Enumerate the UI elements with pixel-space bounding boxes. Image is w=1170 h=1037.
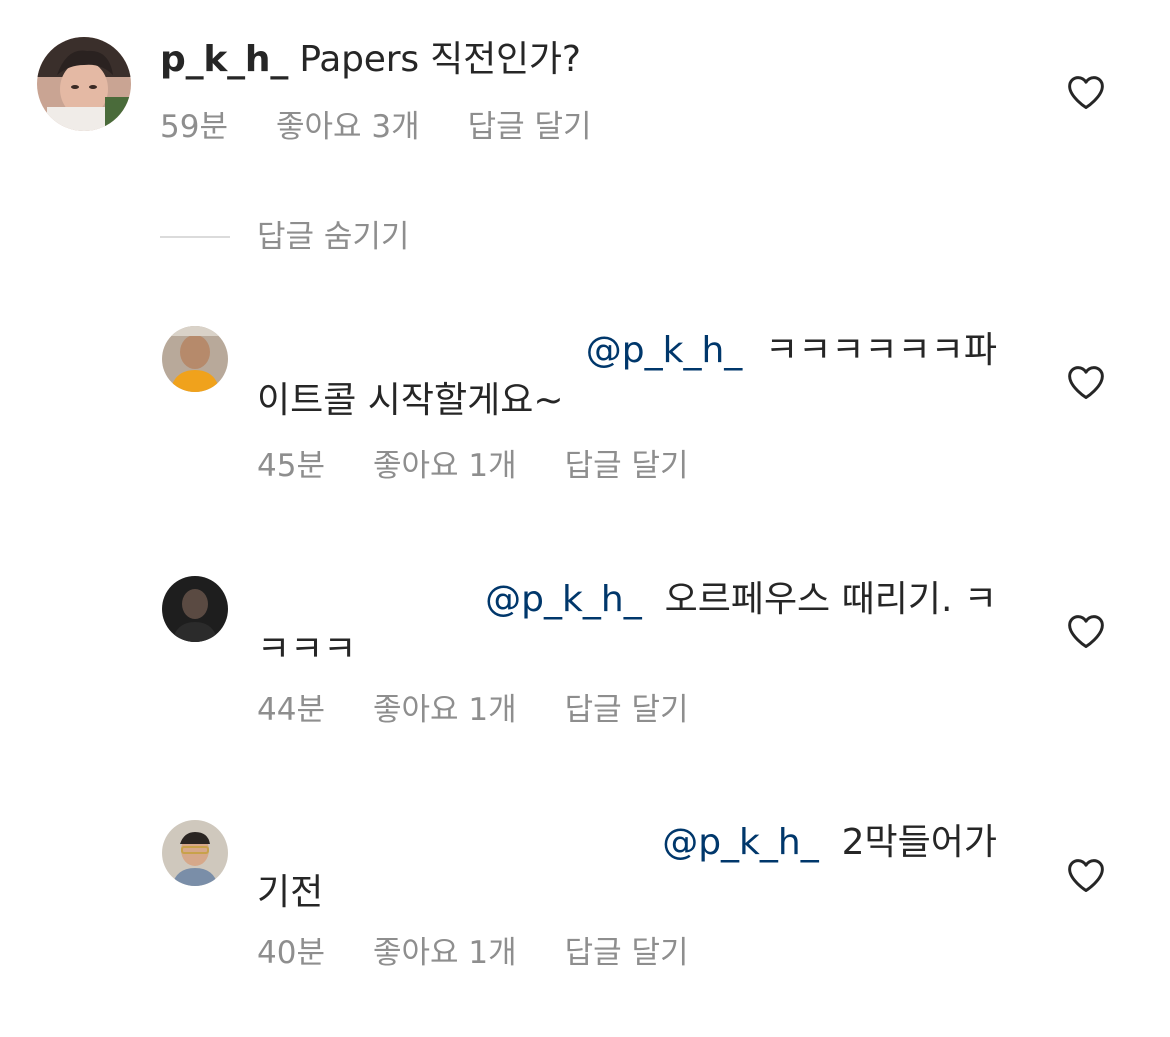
reply-text-line1: @p_k_h_ ㅋㅋㅋㅋㅋㅋ파 xyxy=(257,326,997,376)
heart-icon[interactable] xyxy=(1066,857,1106,893)
reply-body-line2: 이트콜 시작할게요~ xyxy=(257,380,564,421)
reply-text-line1: @p_k_h_ 2막들어가 xyxy=(257,818,997,868)
reply-body-line1: ㅋㅋㅋㅋㅋㅋ파 xyxy=(765,330,997,371)
avatar[interactable] xyxy=(162,576,228,642)
heart-icon[interactable] xyxy=(1066,613,1106,649)
reply-reply-button[interactable]: 답글 달기 xyxy=(565,446,689,486)
reply-likes[interactable]: 좋아요 1개 xyxy=(373,446,517,486)
heart-icon[interactable] xyxy=(1066,364,1106,400)
reply-likes[interactable]: 좋아요 1개 xyxy=(373,690,517,730)
reply-time: 40분 xyxy=(257,935,325,971)
reply-time: 45분 xyxy=(257,448,325,484)
reply-text: @p_k_h_ ㅋㅋㅋㅋㅋㅋ파 이트콜 시작할게요~ xyxy=(257,326,997,426)
reply-body-line2: 기전 xyxy=(257,872,324,913)
reply-likes[interactable]: 좋아요 1개 xyxy=(373,933,517,973)
hide-replies-button[interactable]: 답글 숨기기 xyxy=(257,217,409,257)
comment-reply-button[interactable]: 답글 달기 xyxy=(468,107,592,147)
reply-time: 44분 xyxy=(257,692,325,728)
comment-username[interactable]: p_k_h_ xyxy=(160,39,288,80)
avatar[interactable] xyxy=(37,37,131,131)
reply-body-line1: 2막들어가 xyxy=(841,822,997,863)
comment-text: Papers 직전인가? xyxy=(299,39,581,80)
reply-meta: 40분 좋아요 1개 답글 달기 xyxy=(257,933,689,973)
reply-reply-button[interactable]: 답글 달기 xyxy=(565,933,689,973)
reply-body-line2: ㅋㅋㅋ xyxy=(257,629,357,670)
comment-meta: 59분 좋아요 3개 답글 달기 xyxy=(160,107,592,147)
reply-meta: 44분 좋아요 1개 답글 달기 xyxy=(257,690,689,730)
reply-mention[interactable]: @p_k_h_ xyxy=(485,579,642,620)
reply-text: @p_k_h_ 2막들어가 기전 xyxy=(257,818,997,918)
reply-mention[interactable]: @p_k_h_ xyxy=(662,822,819,863)
reply-body-line1: 오르페우스 때리기. ㅋ xyxy=(664,579,997,620)
reply-text: @p_k_h_ 오르페우스 때리기. ㅋ ㅋㅋㅋ xyxy=(257,575,997,675)
reply-mention[interactable]: @p_k_h_ xyxy=(586,330,743,371)
reply-text-line1: @p_k_h_ 오르페우스 때리기. ㅋ xyxy=(257,575,997,625)
main-comment-line: p_k_h_ Papers 직전인가? xyxy=(160,36,581,84)
avatar[interactable] xyxy=(162,326,228,392)
heart-icon[interactable] xyxy=(1066,74,1106,110)
hide-replies-divider xyxy=(160,236,230,238)
reply-meta: 45분 좋아요 1개 답글 달기 xyxy=(257,446,689,486)
reply-reply-button[interactable]: 답글 달기 xyxy=(565,690,689,730)
avatar[interactable] xyxy=(162,820,228,886)
comment-time: 59분 xyxy=(160,109,228,145)
comment-likes[interactable]: 좋아요 3개 xyxy=(276,107,420,147)
